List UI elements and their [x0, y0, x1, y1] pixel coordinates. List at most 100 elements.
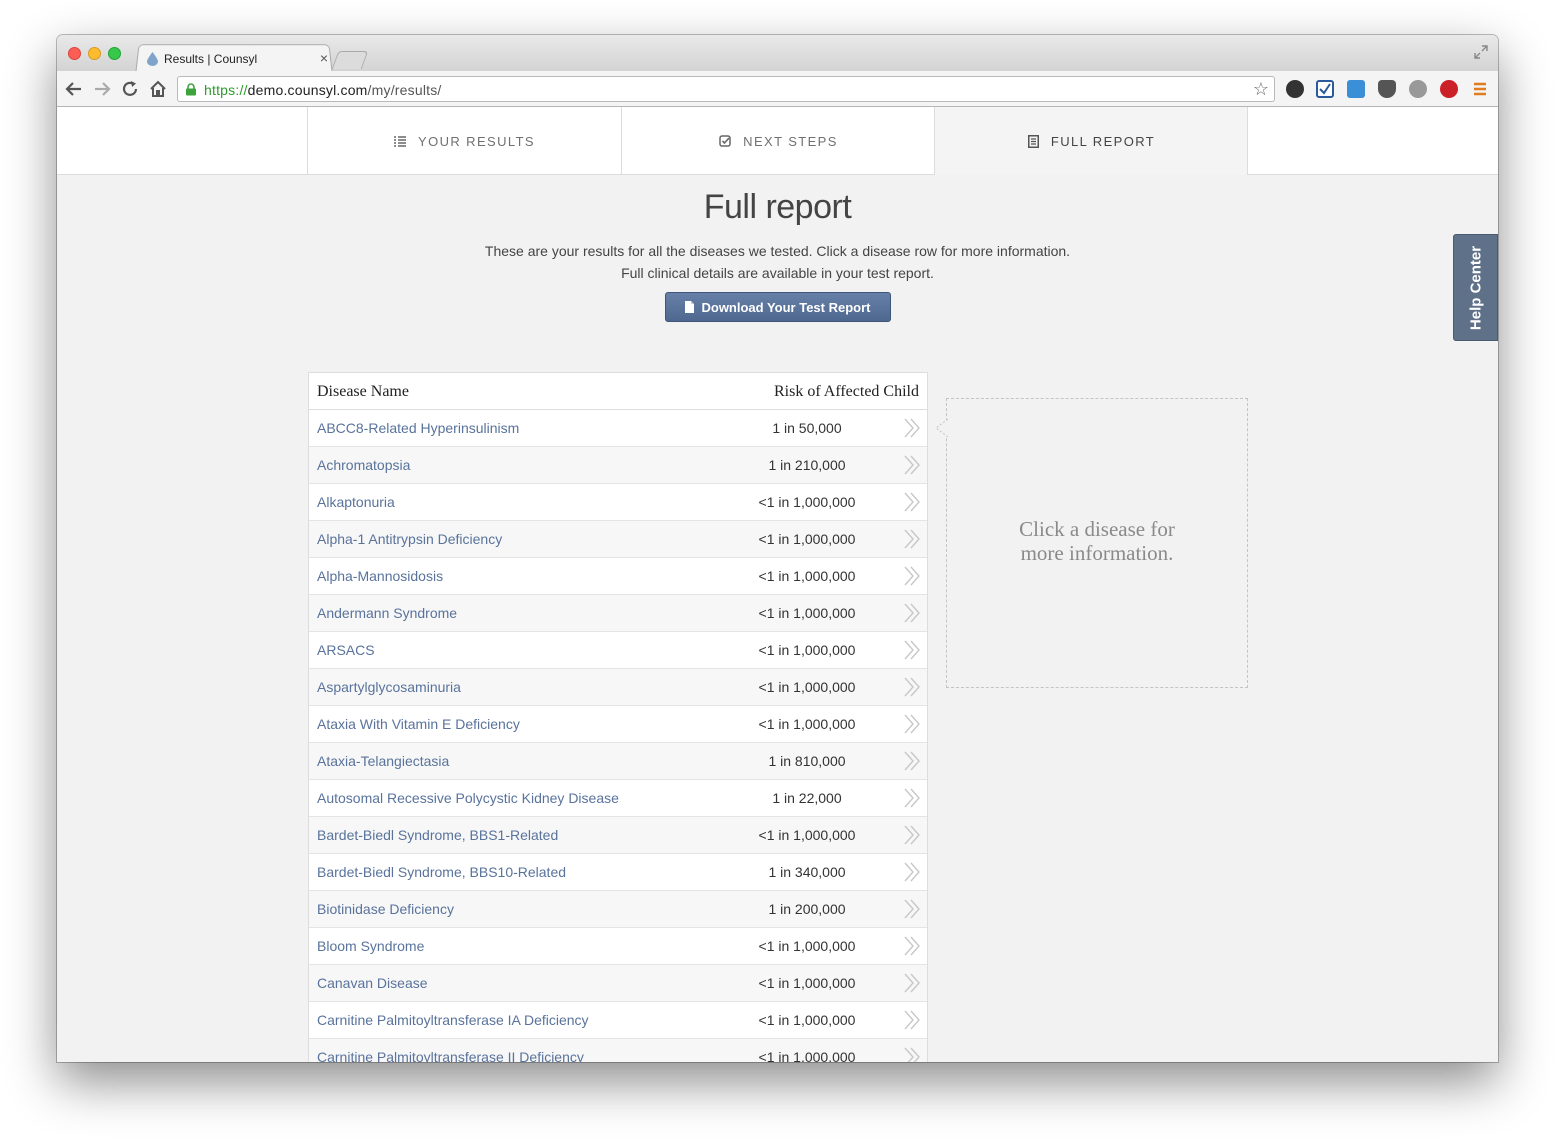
chevron-right-icon[interactable]: [903, 861, 921, 883]
chevron-right-icon[interactable]: [903, 491, 921, 513]
table-row[interactable]: ABCC8-Related Hyperinsulinism 1 in 50,000: [309, 410, 927, 447]
chevron-right-icon[interactable]: [903, 454, 921, 476]
pocket-extension-icon[interactable]: [1378, 80, 1396, 98]
disease-name-link[interactable]: Alkaptonuria: [317, 494, 395, 510]
info-line-1: Click a disease for: [1019, 517, 1175, 541]
menu-icon[interactable]: [1471, 80, 1489, 98]
table-row[interactable]: Alpha-Mannosidosis <1 in 1,000,000: [309, 558, 927, 595]
close-window-button[interactable]: [68, 47, 81, 60]
chevron-right-icon[interactable]: [903, 1009, 921, 1031]
disease-name-link[interactable]: Bardet-Biedl Syndrome, BBS1-Related: [317, 827, 558, 843]
disease-name-link[interactable]: Alpha-Mannosidosis: [317, 568, 443, 584]
address-bar[interactable]: https://demo.counsyl.com/my/results/ ☆: [177, 76, 1275, 102]
fullscreen-icon[interactable]: [1474, 45, 1488, 59]
table-row[interactable]: Bardet-Biedl Syndrome, BBS10-Related 1 in…: [309, 854, 927, 891]
disease-name-link[interactable]: ARSACS: [317, 642, 375, 658]
table-row[interactable]: Ataxia-Telangiectasia 1 in 810,000: [309, 743, 927, 780]
chevron-right-icon[interactable]: [903, 528, 921, 550]
chevron-right-icon[interactable]: [903, 713, 921, 735]
tab-title: Results | Counsyl: [164, 52, 258, 66]
disease-name-link[interactable]: Biotinidase Deficiency: [317, 901, 454, 917]
risk-value: <1 in 1,000,000: [758, 827, 856, 843]
risk-value: 1 in 50,000: [772, 420, 842, 436]
table-row[interactable]: Bloom Syndrome <1 in 1,000,000: [309, 928, 927, 965]
minimize-window-button[interactable]: [88, 47, 101, 60]
table-row[interactable]: Achromatopsia 1 in 210,000: [309, 447, 927, 484]
chevron-right-icon[interactable]: [903, 417, 921, 439]
chevron-right-icon[interactable]: [903, 898, 921, 920]
disease-name-link[interactable]: Autosomal Recessive Polycystic Kidney Di…: [317, 790, 619, 806]
disease-name-link[interactable]: Alpha-1 Antitrypsin Deficiency: [317, 531, 502, 547]
pinterest-extension-icon[interactable]: [1440, 80, 1458, 98]
table-row[interactable]: Bardet-Biedl Syndrome, BBS1-Related <1 in…: [309, 817, 927, 854]
disease-name-link[interactable]: Carnitine Palmitoyltransferase IA Defici…: [317, 1012, 589, 1028]
risk-value: 1 in 22,000: [772, 790, 842, 806]
disease-name-link[interactable]: Bardet-Biedl Syndrome, BBS10-Related: [317, 864, 566, 880]
back-arrow-icon[interactable]: [63, 78, 85, 100]
table-row[interactable]: Andermann Syndrome <1 in 1,000,000: [309, 595, 927, 632]
home-icon[interactable]: [147, 78, 169, 100]
chevron-right-icon[interactable]: [903, 565, 921, 587]
tab-full-report[interactable]: FULL REPORT: [934, 107, 1248, 175]
table-row[interactable]: Carnitine Palmitoyltransferase IA Defici…: [309, 1002, 927, 1039]
disease-name-link[interactable]: Aspartylglycosaminuria: [317, 679, 461, 695]
disease-name-link[interactable]: Bloom Syndrome: [317, 938, 424, 954]
github-extension-icon[interactable]: [1286, 80, 1304, 98]
tab-your-results[interactable]: YOUR RESULTS: [307, 107, 621, 175]
new-tab-button[interactable]: [331, 51, 369, 69]
chevron-right-icon[interactable]: [903, 602, 921, 624]
disease-name-link[interactable]: Ataxia-Telangiectasia: [317, 753, 449, 769]
chat-extension-icon[interactable]: [1409, 80, 1427, 98]
risk-value: <1 in 1,000,000: [758, 1012, 856, 1028]
chevron-right-icon[interactable]: [903, 1046, 921, 1062]
disease-name-link[interactable]: ABCC8-Related Hyperinsulinism: [317, 420, 519, 436]
tab-next-steps[interactable]: NEXT STEPS: [621, 107, 935, 175]
tab-your-results-label: YOUR RESULTS: [418, 133, 535, 149]
page-title-text: Full report: [703, 188, 852, 226]
table-row[interactable]: Biotinidase Deficiency 1 in 200,000: [309, 891, 927, 928]
reload-icon[interactable]: [119, 78, 141, 100]
disease-name-link[interactable]: Ataxia With Vitamin E Deficiency: [317, 716, 520, 732]
maximize-window-button[interactable]: [108, 47, 121, 60]
disease-name-link[interactable]: Achromatopsia: [317, 457, 410, 473]
browser-toolbar: https://demo.counsyl.com/my/results/ ☆: [57, 71, 1498, 107]
chevron-right-icon[interactable]: [903, 676, 921, 698]
chevron-right-icon[interactable]: [903, 750, 921, 772]
url-path: /my/results/: [367, 82, 442, 98]
page-title: Full report: [57, 187, 1498, 227]
table-row[interactable]: Autosomal Recessive Polycystic Kidney Di…: [309, 780, 927, 817]
risk-value: 1 in 210,000: [768, 457, 846, 473]
file-icon: [685, 301, 695, 313]
document-icon: [1027, 134, 1039, 148]
forward-arrow-icon[interactable]: [91, 78, 113, 100]
table-row[interactable]: ARSACS <1 in 1,000,000: [309, 632, 927, 669]
checkbox-extension-icon[interactable]: [1316, 80, 1334, 98]
chevron-right-icon[interactable]: [903, 935, 921, 957]
table-row[interactable]: Alpha-1 Antitrypsin Deficiency <1 in 1,00…: [309, 521, 927, 558]
bookmark-star-icon[interactable]: ☆: [1253, 79, 1269, 100]
tab-close-icon[interactable]: ×: [317, 50, 331, 66]
table-row[interactable]: Ataxia With Vitamin E Deficiency <1 in 1,…: [309, 706, 927, 743]
lock-icon: [186, 83, 196, 96]
risk-value: <1 in 1,000,000: [758, 494, 856, 510]
screenshot-extension-icon[interactable]: [1347, 80, 1365, 98]
download-report-button[interactable]: Download Your Test Report: [665, 292, 891, 322]
info-placeholder: Click a disease for more information.: [947, 517, 1247, 565]
disease-name-link[interactable]: Carnitine Palmitoyltransferase II Defici…: [317, 1049, 584, 1062]
table-row[interactable]: Carnitine Palmitoyltransferase II Defici…: [309, 1039, 927, 1062]
disease-name-link[interactable]: Andermann Syndrome: [317, 605, 457, 621]
chevron-right-icon[interactable]: [903, 787, 921, 809]
page-content: YOUR RESULTS NEXT STEPS FULL REPORT Full…: [57, 107, 1498, 1062]
chevron-right-icon[interactable]: [903, 824, 921, 846]
table-body: ABCC8-Related Hyperinsulinism 1 in 50,000…: [309, 410, 927, 1062]
download-report-label: Download Your Test Report: [701, 299, 871, 315]
browser-tab-content[interactable]: Results | Counsyl ×: [147, 49, 331, 71]
disease-name-link[interactable]: Canavan Disease: [317, 975, 428, 991]
browser-window: Results | Counsyl × https://demo.counsyl: [57, 35, 1498, 1062]
chevron-right-icon[interactable]: [903, 972, 921, 994]
chevron-right-icon[interactable]: [903, 639, 921, 661]
table-row[interactable]: Aspartylglycosaminuria <1 in 1,000,000: [309, 669, 927, 706]
help-center-tab[interactable]: Help Center: [1453, 234, 1498, 341]
table-row[interactable]: Canavan Disease <1 in 1,000,000: [309, 965, 927, 1002]
table-row[interactable]: Alkaptonuria <1 in 1,000,000: [309, 484, 927, 521]
